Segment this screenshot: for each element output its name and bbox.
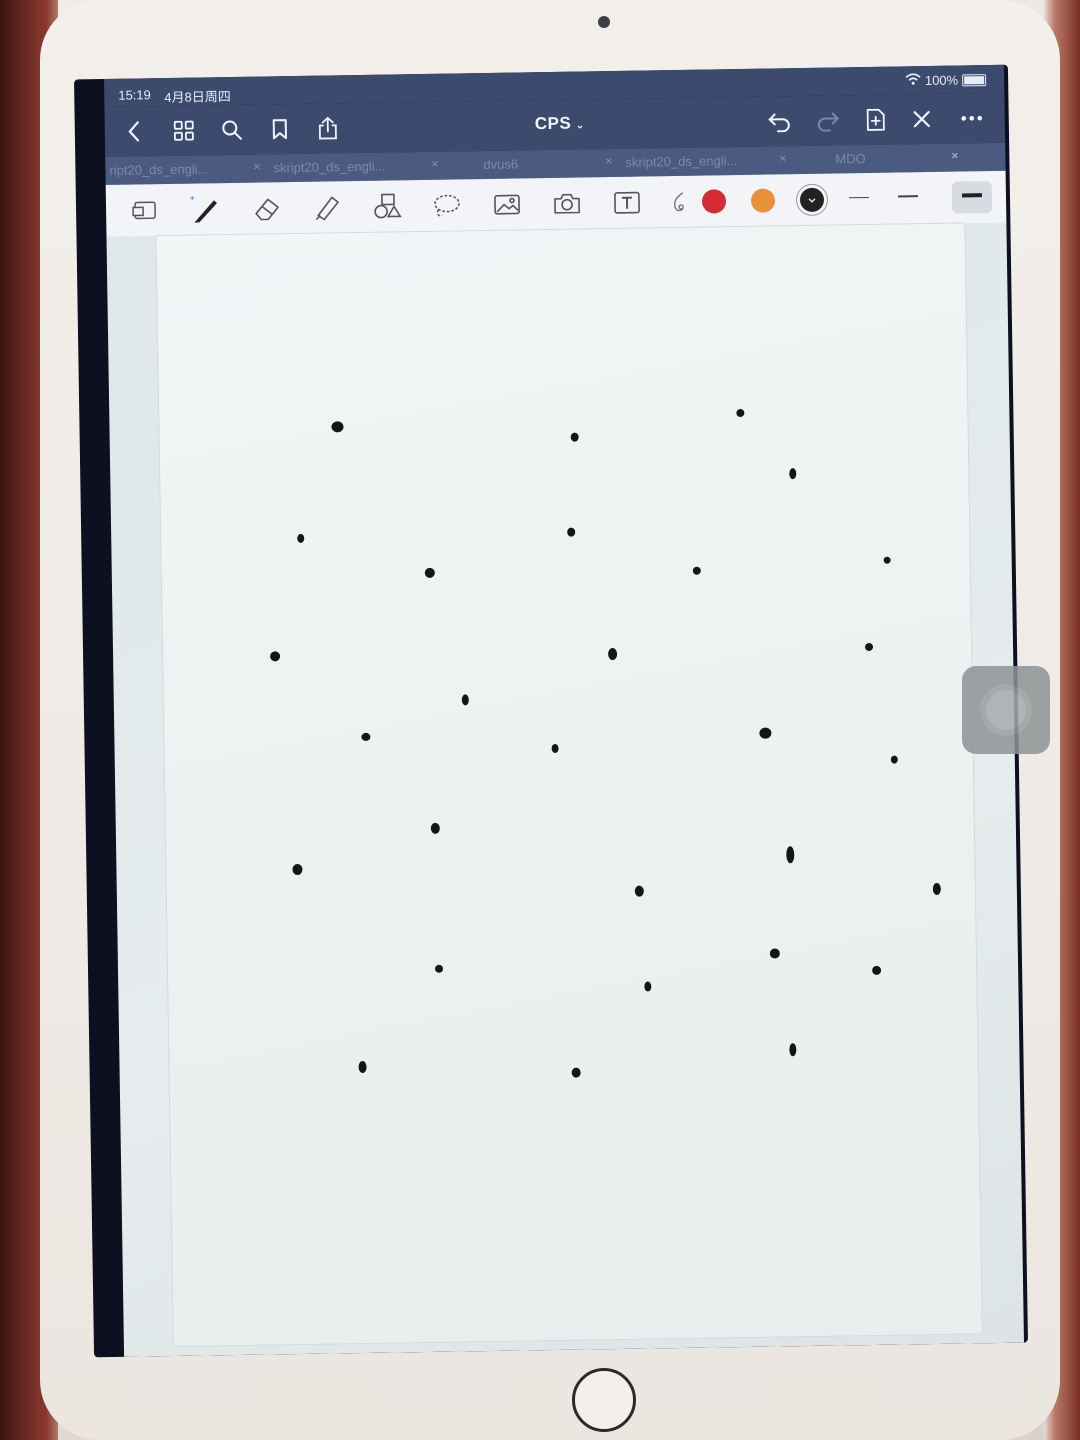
undo-icon[interactable] bbox=[765, 106, 795, 136]
ink-dot bbox=[571, 1067, 581, 1078]
close-icon[interactable]: × bbox=[951, 149, 958, 163]
ink-dot bbox=[759, 727, 772, 739]
ink-dot bbox=[361, 732, 371, 741]
laser-icon[interactable] bbox=[662, 186, 696, 219]
ink-dot bbox=[890, 755, 898, 764]
highlighter-icon[interactable] bbox=[310, 191, 344, 224]
line-width-medium[interactable] bbox=[897, 195, 918, 198]
text-box-icon[interactable] bbox=[610, 186, 644, 219]
add-page-icon[interactable] bbox=[861, 105, 891, 135]
chevron-down-icon: ⌄ bbox=[575, 119, 586, 132]
color-black-swatch-selected[interactable] bbox=[799, 187, 825, 213]
ink-dot bbox=[608, 647, 618, 661]
ink-dot bbox=[297, 533, 305, 543]
ink-dot bbox=[769, 948, 780, 959]
ink-dot bbox=[789, 1043, 797, 1057]
ink-dot bbox=[461, 694, 469, 706]
ink-dot bbox=[430, 822, 440, 834]
document-title-text: CPS bbox=[534, 113, 572, 134]
ink-dot bbox=[270, 651, 281, 662]
back-icon[interactable] bbox=[119, 116, 149, 146]
ink-dot bbox=[424, 567, 435, 578]
tab-2[interactable]: skript20_ds_engli... bbox=[273, 159, 385, 176]
battery-percent: 100% bbox=[924, 72, 959, 89]
ink-dot bbox=[789, 468, 797, 480]
search-icon[interactable] bbox=[217, 115, 247, 145]
ink-dot bbox=[358, 1060, 367, 1074]
ink-dot bbox=[736, 408, 745, 418]
close-icon[interactable]: × bbox=[605, 154, 612, 168]
close-icon[interactable]: × bbox=[431, 157, 438, 171]
line-width-thick[interactable] bbox=[961, 193, 982, 198]
grid-icon[interactable] bbox=[169, 115, 199, 145]
note-page[interactable] bbox=[156, 223, 982, 1347]
ink-dot bbox=[570, 432, 579, 442]
shapes-icon[interactable] bbox=[370, 190, 404, 223]
page-layout-icon[interactable] bbox=[128, 194, 162, 227]
more-icon[interactable] bbox=[957, 103, 987, 133]
ink-dot bbox=[883, 556, 891, 564]
ipad-screen: 15:19 4月8日周四 100% CPS ⌄ ript20_ds_engli.… bbox=[74, 64, 1028, 1358]
image-icon[interactable] bbox=[490, 188, 524, 221]
color-orange-swatch[interactable] bbox=[750, 188, 776, 213]
status-time: 15:19 bbox=[118, 87, 151, 103]
assistive-touch-button[interactable] bbox=[962, 666, 1050, 754]
ink-dot bbox=[292, 863, 303, 876]
ink-dot bbox=[692, 566, 701, 575]
chevron-down-icon bbox=[808, 198, 816, 203]
assistive-touch-icon bbox=[986, 690, 1026, 730]
bookmark-icon[interactable] bbox=[265, 114, 295, 144]
wifi-icon bbox=[905, 73, 921, 88]
tab-1[interactable]: ript20_ds_engli... bbox=[109, 161, 208, 178]
svg-text:*: * bbox=[190, 196, 195, 206]
battery-icon bbox=[962, 73, 987, 86]
eraser-icon[interactable] bbox=[250, 192, 284, 225]
ink-dot bbox=[932, 882, 941, 896]
ink-dot bbox=[551, 743, 559, 753]
tab-5[interactable]: MDO bbox=[835, 151, 866, 166]
ink-dot bbox=[331, 421, 344, 433]
lasso-icon[interactable] bbox=[430, 189, 464, 222]
ink-dot bbox=[634, 885, 644, 897]
camera-icon[interactable] bbox=[550, 187, 584, 220]
ink-dot bbox=[567, 527, 576, 537]
ink-dot bbox=[644, 981, 652, 992]
close-icon[interactable]: × bbox=[779, 151, 786, 165]
status-date: 4月8日周四 bbox=[164, 88, 231, 105]
close-icon[interactable] bbox=[907, 104, 937, 134]
color-red-swatch[interactable] bbox=[701, 189, 727, 214]
ink-dot bbox=[864, 642, 874, 652]
ink-dot bbox=[872, 965, 882, 975]
front-camera bbox=[598, 16, 610, 28]
close-icon[interactable]: × bbox=[253, 159, 260, 173]
pen-icon[interactable]: * bbox=[188, 193, 222, 226]
tab-4[interactable]: skript20_ds_engli... bbox=[625, 153, 737, 170]
line-width-thin[interactable] bbox=[848, 196, 869, 199]
home-button[interactable] bbox=[572, 1368, 636, 1432]
tab-3[interactable]: dvus6 bbox=[483, 156, 518, 172]
ink-dot bbox=[434, 964, 444, 973]
document-title[interactable]: CPS ⌄ bbox=[535, 113, 585, 134]
redo-icon[interactable] bbox=[813, 105, 843, 135]
share-icon[interactable] bbox=[313, 113, 343, 143]
ink-dot bbox=[786, 846, 795, 864]
